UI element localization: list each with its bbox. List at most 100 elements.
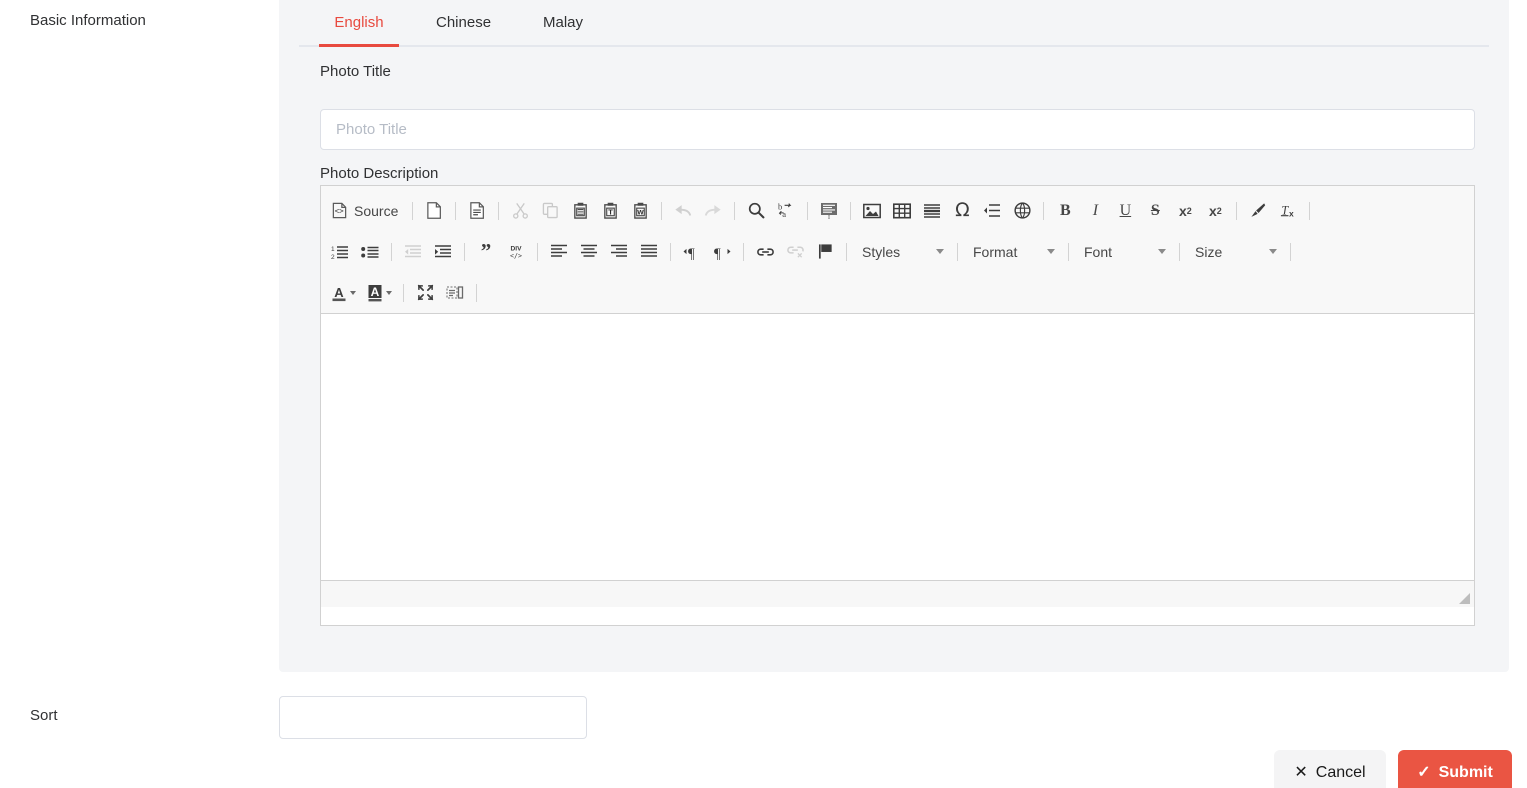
bold-icon[interactable]: B — [1052, 198, 1078, 224]
format-dropdown-label: Format — [973, 243, 1018, 260]
styles-dropdown[interactable]: Styles — [853, 239, 951, 265]
rtl-icon[interactable]: ¶ — [709, 239, 735, 265]
superscript-icon[interactable]: x2 — [1202, 198, 1228, 224]
font-dropdown[interactable]: Font — [1075, 239, 1173, 265]
toolbar-separator — [412, 201, 414, 220]
editor-toolbar-row-2: 1 2 ” DIV </> ¶ ¶ Styles Format Font Siz… — [325, 231, 1470, 272]
chevron-down-icon — [936, 249, 944, 254]
align-left-icon[interactable] — [546, 239, 572, 265]
toolbar-separator — [464, 242, 465, 261]
editor-resize-handle[interactable] — [1457, 591, 1471, 605]
chevron-down-icon — [1158, 249, 1166, 254]
svg-text:a: a — [783, 209, 787, 219]
new-page-icon[interactable] — [421, 198, 447, 224]
toolbar-separator — [807, 201, 809, 220]
svg-text:<>: <> — [335, 207, 345, 216]
subscript-icon[interactable]: x2 — [1172, 198, 1198, 224]
paste-icon[interactable] — [567, 198, 593, 224]
font-dropdown-label: Font — [1084, 243, 1113, 260]
styles-dropdown-label: Styles — [862, 243, 901, 260]
justify-icon[interactable] — [636, 239, 662, 265]
toolbar-separator — [734, 201, 736, 220]
decrease-indent-icon — [400, 239, 426, 265]
svg-text:I: I — [828, 215, 830, 219]
toolbar-separator — [957, 242, 958, 261]
chevron-down-icon — [385, 290, 392, 295]
tab-malay[interactable]: Malay — [541, 0, 585, 45]
size-dropdown-label: Size — [1195, 243, 1223, 260]
editor-content-area[interactable] — [321, 314, 1474, 581]
remove-format-icon[interactable]: T x — [1275, 198, 1301, 224]
chevron-down-icon — [1269, 249, 1277, 254]
toolbar-separator — [1179, 242, 1180, 261]
toolbar-separator — [1309, 201, 1311, 220]
paste-text-icon[interactable]: T — [597, 198, 623, 224]
special-char-icon[interactable]: Ω — [949, 198, 975, 224]
tab-chinese-label: Chinese — [436, 14, 492, 31]
source-button-label: Source — [354, 202, 399, 219]
photo-title-label: Photo Title — [320, 63, 391, 80]
cut-icon — [507, 198, 533, 224]
unlink-icon — [782, 239, 808, 265]
link-icon[interactable] — [752, 239, 778, 265]
replace-select-all-icon[interactable]: b a — [773, 198, 799, 224]
tab-english-label: English — [334, 14, 384, 31]
chevron-down-icon — [1047, 249, 1055, 254]
svg-text:T: T — [608, 208, 613, 217]
toolbar-separator — [846, 242, 847, 261]
check-icon: ✓ — [1417, 763, 1431, 781]
toolbar-separator — [476, 283, 477, 302]
background-color-icon[interactable]: A — [363, 280, 395, 306]
align-center-icon[interactable] — [576, 239, 602, 265]
text-color-icon[interactable]: A — [327, 280, 359, 306]
blockquote-icon[interactable]: ” — [473, 239, 499, 265]
toolbar-separator — [670, 242, 671, 261]
svg-text:W: W — [637, 210, 644, 217]
iframe-icon[interactable] — [1009, 198, 1035, 224]
strikethrough-icon[interactable]: S — [1142, 198, 1168, 224]
language-tabs: English Chinese Malay — [299, 0, 1489, 47]
select-all-icon[interactable]: I — [816, 198, 842, 224]
increase-indent-icon[interactable] — [430, 239, 456, 265]
tab-malay-label: Malay — [543, 14, 584, 31]
page-break-icon[interactable] — [979, 198, 1005, 224]
maximize-icon[interactable] — [412, 280, 438, 306]
source-icon: <> — [332, 202, 347, 219]
svg-text:x: x — [1289, 209, 1294, 219]
photo-title-input[interactable] — [320, 109, 1475, 150]
templates-icon[interactable] — [464, 198, 490, 224]
anchor-icon[interactable] — [812, 239, 838, 265]
show-blocks-icon[interactable] — [442, 280, 468, 306]
table-icon[interactable] — [889, 198, 915, 224]
paste-word-icon[interactable]: W — [627, 198, 653, 224]
svg-text:A: A — [334, 285, 344, 300]
find-icon[interactable] — [743, 198, 769, 224]
toolbar-separator — [391, 242, 392, 261]
ltr-icon[interactable]: ¶ — [679, 239, 705, 265]
source-button[interactable]: <> Source — [327, 200, 402, 221]
sort-label: Sort — [30, 707, 58, 724]
remove-format-brush-icon[interactable] — [1245, 198, 1271, 224]
bulleted-list-icon[interactable] — [357, 239, 383, 265]
submit-button[interactable]: ✓ Submit — [1398, 750, 1512, 788]
sort-input[interactable] — [279, 696, 587, 739]
align-right-icon[interactable] — [606, 239, 632, 265]
undo-icon — [670, 198, 696, 224]
horizontal-rule-icon[interactable] — [919, 198, 945, 224]
tab-active-underline — [319, 44, 399, 47]
tab-english[interactable]: English — [319, 0, 399, 47]
size-dropdown[interactable]: Size — [1186, 239, 1284, 265]
underline-icon[interactable]: U — [1112, 198, 1138, 224]
tab-chinese[interactable]: Chinese — [434, 0, 493, 45]
italic-icon[interactable]: I — [1082, 198, 1108, 224]
numbered-list-icon[interactable]: 1 2 — [327, 239, 353, 265]
photo-description-label: Photo Description — [320, 165, 439, 182]
submit-button-label: Submit — [1438, 763, 1493, 781]
cancel-button[interactable]: ✕ Cancel — [1274, 750, 1386, 788]
svg-text:¶: ¶ — [688, 246, 695, 260]
image-icon[interactable] — [859, 198, 885, 224]
format-dropdown[interactable]: Format — [964, 239, 1062, 265]
redo-icon — [700, 198, 726, 224]
div-container-icon[interactable]: DIV </> — [503, 239, 529, 265]
close-icon: ✕ — [1294, 763, 1308, 781]
